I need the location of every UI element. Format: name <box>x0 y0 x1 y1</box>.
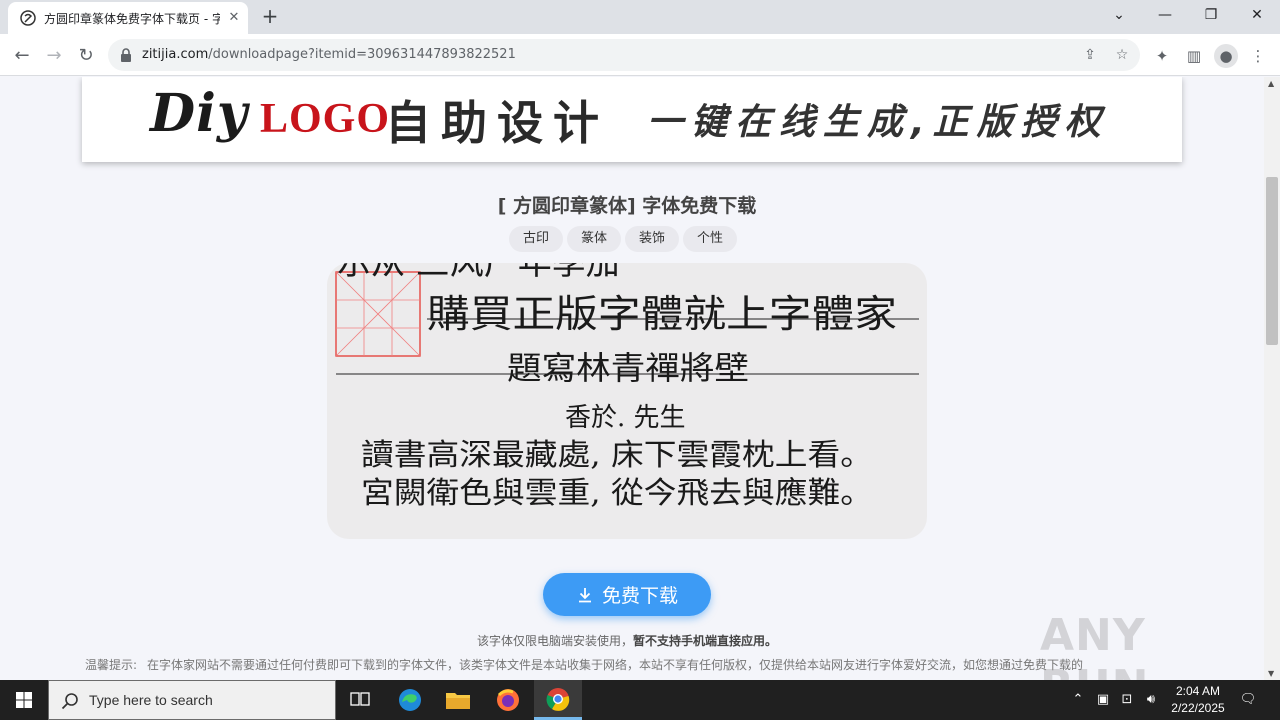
tip-label: 温馨提示: <box>85 658 138 672</box>
preview-line-5: 宮闕衛色與雲重, 從今飛去與應難。 <box>361 476 873 511</box>
extensions-icon[interactable]: ✦ <box>1150 44 1174 68</box>
windows-logo-icon <box>16 692 32 708</box>
clock-time: 2:04 AM <box>1175 684 1221 698</box>
preview-line-3: 香於. 先生 <box>565 403 686 433</box>
scroll-up-icon[interactable]: ▲ <box>1268 79 1274 88</box>
search-icon <box>61 693 78 710</box>
tray-chevron-up-icon[interactable]: ⌃ <box>1070 690 1086 710</box>
task-view-icon[interactable] <box>336 680 384 720</box>
profile-avatar-icon[interactable]: ● <box>1214 44 1238 68</box>
tray-device-icon[interactable]: ▣ <box>1094 690 1112 710</box>
preview-line-4: 讀書高深最藏處, 床下雲霞枕上看。 <box>361 438 873 473</box>
firefox-icon[interactable] <box>484 680 532 720</box>
start-button[interactable] <box>0 680 48 720</box>
scroll-thumb[interactable] <box>1266 177 1278 345</box>
page-scrollbar[interactable]: ▲ ▼ <box>1264 77 1280 680</box>
address-bar[interactable]: zitijia.com/downloadpage?itemid=30963144… <box>108 39 1140 71</box>
font-preview-image: 示从 三风广年季加 購買正版字體就上字體家 題寫林青禪將壁 香於. 先生 讀書高… <box>327 263 927 539</box>
page-viewport: Diy LOGO 自助设计 一键在线生成,正版授权 [ 方圆印章篆体] 字体免费… <box>0 77 1264 680</box>
tab-title: 方圆印章篆体免费字体下载页 - 字 <box>44 12 220 26</box>
browser-toolbar: ← → ↻ zitijia.com/downloadpage?itemid=30… <box>0 34 1280 76</box>
download-button[interactable]: 免费下载 <box>543 573 711 616</box>
url-path: /downloadpage?itemid=309631447893822521 <box>208 47 516 62</box>
notification-icon[interactable]: 🗨︎ <box>1238 690 1258 710</box>
forward-icon[interactable]: → <box>40 42 68 70</box>
edge-browser-icon[interactable] <box>386 680 434 720</box>
volume-icon[interactable]: 🔊︎ <box>1142 690 1160 710</box>
share-icon[interactable]: ⇪ <box>1080 45 1100 65</box>
banner-logo-text: LOGO <box>260 96 391 142</box>
preview-line-2: 題寫林青禪將壁 <box>507 349 749 387</box>
tab-strip: 方圆印章篆体免费字体下载页 - 字 ✕ + ⌄ — ❐ ✕ <box>0 0 1280 34</box>
side-panel-icon[interactable]: ▥ <box>1182 44 1206 68</box>
ad-banner[interactable]: Diy LOGO 自助设计 一键在线生成,正版授权 <box>82 77 1182 162</box>
windows-taskbar: Type here to search ⌃ ▣ ⊡ 🔊︎ 2:04 AM 2/2… <box>0 680 1280 720</box>
site-favicon-icon <box>20 10 36 26</box>
preview-line-0: 示从 三风广年季加 <box>337 263 620 283</box>
banner-main-text: 自助设计 <box>385 96 609 150</box>
banner-diy-text: Diy <box>150 83 249 144</box>
tag-item[interactable]: 篆体 <box>567 226 622 252</box>
anyrun-watermark: ANY RUN <box>1040 610 1148 680</box>
notice-text: 该字体仅限电脑端安装使用， <box>476 634 633 648</box>
tab-close-icon[interactable]: ✕ <box>226 10 242 26</box>
lock-icon <box>121 48 131 62</box>
preview-canvas: 示从 三风广年季加 購買正版字體就上字體家 題寫林青禪將壁 香於. 先生 讀書高… <box>335 263 919 511</box>
taskbar-search-box[interactable]: Type here to search <box>48 680 336 720</box>
back-icon[interactable]: ← <box>8 42 36 70</box>
clock-date: 2/22/2025 <box>1171 701 1225 715</box>
download-button-label: 免费下载 <box>601 585 678 607</box>
system-clock[interactable]: 2:04 AM 2/22/2025 <box>1160 683 1236 717</box>
new-tab-icon[interactable]: + <box>258 5 282 29</box>
file-explorer-icon[interactable] <box>434 680 482 720</box>
disclaimer-tip: 温馨提示: 在字体家网站不需要通过任何付费即可下载到的字体文件，该类字体文件是本站… <box>85 655 1185 675</box>
restore-icon[interactable]: ❐ <box>1188 0 1234 30</box>
tag-item[interactable]: 古印 <box>509 226 564 252</box>
url-text: zitijia.com/downloadpage?itemid=30963144… <box>142 47 516 62</box>
download-icon <box>578 587 591 602</box>
tag-item[interactable]: 个性 <box>683 226 738 252</box>
search-placeholder: Type here to search <box>89 692 213 708</box>
url-host: zitijia.com <box>142 47 209 62</box>
banner-sub-text: 一键在线生成,正版授权 <box>647 102 1109 143</box>
close-window-icon[interactable]: ✕ <box>1234 0 1280 30</box>
tag-item[interactable]: 装饰 <box>625 226 680 252</box>
tag-list: 古印 篆体 装饰 个性 <box>509 226 738 252</box>
preview-line-1: 購買正版字體就上字體家 <box>427 292 897 336</box>
tip-text: 在字体家网站不需要通过任何付费即可下载到的字体文件，该类字体文件是本站收集于网络… <box>147 658 1084 672</box>
reload-icon[interactable]: ↻ <box>72 42 100 70</box>
menu-kebab-icon[interactable]: ⋮ <box>1246 44 1270 68</box>
minimize-icon[interactable]: — <box>1142 0 1188 30</box>
chrome-icon[interactable] <box>534 680 582 720</box>
notice-bold-text: 暂不支持手机端直接应用。 <box>633 634 778 648</box>
bookmark-star-icon[interactable]: ☆ <box>1112 45 1132 65</box>
scroll-down-icon[interactable]: ▼ <box>1268 669 1274 678</box>
browser-tab[interactable]: 方圆印章篆体免费字体下载页 - 字 ✕ <box>8 2 248 34</box>
page-title: [ 方圆印章篆体] 字体免费下载 <box>497 195 757 217</box>
tab-search-icon[interactable]: ⌄ <box>1096 0 1142 30</box>
network-icon[interactable]: ⊡ <box>1118 690 1136 710</box>
